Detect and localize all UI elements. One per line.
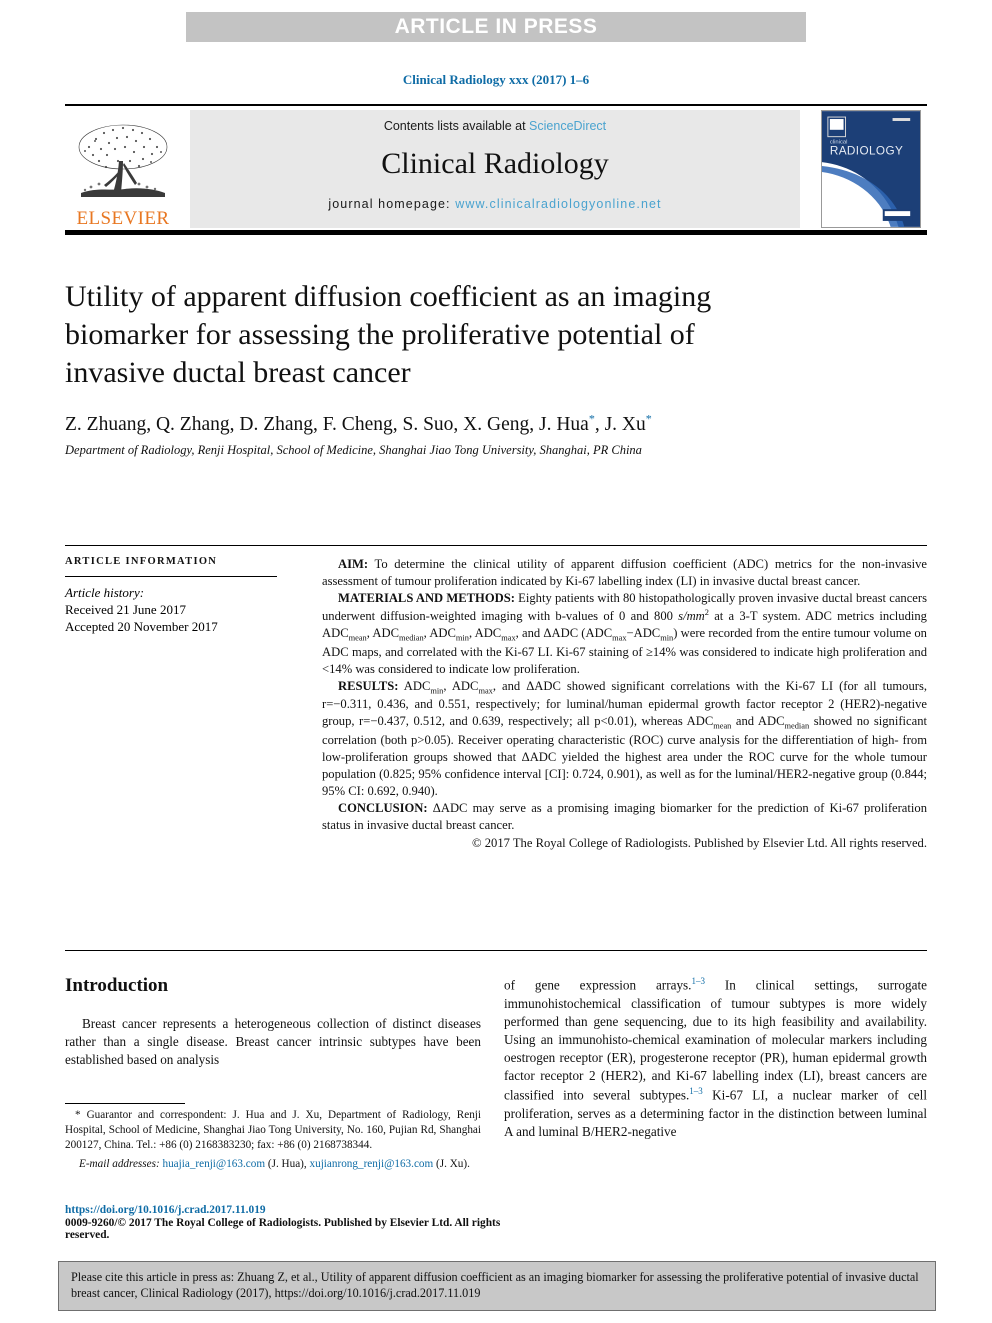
- abstract-results: RESULTS: ADCmin, ADCmax, and ΔADC showed…: [322, 678, 927, 798]
- abstract-top-rule: [65, 545, 927, 546]
- body-top-rule: [65, 950, 927, 951]
- homepage-prefix: journal homepage:: [328, 197, 456, 211]
- correspondence-footnote: * Guarantor and correspondent: J. Hua an…: [65, 1108, 481, 1172]
- author-list: Z. Zhuang, Q. Zhang, D. Zhang, F. Cheng,…: [65, 411, 927, 436]
- elsevier-logo: ELSEVIER: [67, 110, 179, 228]
- masthead-bottom-rule: [65, 230, 927, 235]
- doi-block: https://doi.org/10.1016/j.crad.2017.11.0…: [65, 1204, 535, 1241]
- article-in-press-label: ARTICLE IN PRESS: [394, 15, 598, 38]
- introduction-heading: Introduction: [65, 975, 169, 996]
- email-owner-hua: (J. Hua),: [265, 1157, 310, 1170]
- contents-panel: Contents lists available at ScienceDirec…: [190, 110, 800, 228]
- article-received-date: Received 21 June 2017: [65, 602, 186, 617]
- cite-this-article-text: Please cite this article in press as: Zh…: [71, 1270, 919, 1301]
- masthead-top-rule: [65, 104, 927, 106]
- journal-cover-thumbnail[interactable]: clinical RADIOLOGY: [821, 110, 921, 228]
- issn-copyright-line: 0009-9260/© 2017 The Royal College of Ra…: [65, 1217, 501, 1241]
- page-title: Utility of apparent diffusion coefficien…: [65, 280, 712, 389]
- footnote-emails: E-mail addresses: huajia_renji@163.com (…: [65, 1157, 481, 1172]
- reference-citation-2[interactable]: 1–3: [689, 1086, 703, 1096]
- article-history-label: Article history:: [65, 585, 145, 600]
- introduction-paragraph-left: Breast cancer represents a heterogeneous…: [65, 1016, 481, 1068]
- contents-line: Contents lists available at ScienceDirec…: [384, 119, 606, 133]
- abstract-block: AIM: To determine the clinical utility o…: [322, 556, 927, 852]
- reference-citation-1[interactable]: 1–3: [691, 976, 705, 986]
- abstract-aim: AIM: To determine the clinical utility o…: [322, 557, 927, 588]
- sciencedirect-link[interactable]: ScienceDirect: [529, 119, 606, 133]
- title-block: Utility of apparent diffusion coefficien…: [65, 278, 927, 458]
- elsevier-tree-icon: [78, 124, 168, 197]
- cite-this-article-box: Please cite this article in press as: Zh…: [58, 1261, 936, 1311]
- email-owner-xu: (J. Xu).: [433, 1157, 470, 1170]
- journal-masthead: ELSEVIER Contents lists available at Sci…: [65, 104, 927, 235]
- author-names: Z. Zhuang, Q. Zhang, D. Zhang, F. Cheng,…: [65, 411, 652, 435]
- footnote-email-label: E-mail addresses:: [79, 1157, 160, 1170]
- introduction-paragraph-right: of gene expression arrays.1–3 In clinica…: [504, 975, 927, 1141]
- affiliation: Department of Radiology, Renji Hospital,…: [65, 442, 642, 457]
- abstract-materials-methods: MATERIALS AND METHODS: Eighty patients w…: [322, 590, 927, 676]
- email-link-xu[interactable]: xujianrong_renji@163.com: [310, 1158, 434, 1170]
- article-accepted-date: Accepted 20 November 2017: [65, 619, 218, 635]
- journal-title: Clinical Radiology: [381, 147, 609, 180]
- introduction-left-column: Introduction Breast cancer represents a …: [65, 975, 481, 1069]
- intro-right-text-b: In clinical settings, surrogate immunohi…: [504, 977, 927, 1103]
- introduction-right-column: of gene expression arrays.1–3 In clinica…: [504, 975, 927, 1141]
- footnote-separator-rule: [65, 1103, 185, 1104]
- article-in-press-banner: ARTICLE IN PRESS: [186, 12, 806, 42]
- contents-prefix: Contents lists available at: [383, 119, 530, 133]
- email-link-hua[interactable]: huajia_renji@163.com: [162, 1158, 265, 1170]
- journal-homepage-line: journal homepage: www.clinicalradiologyo…: [328, 197, 661, 211]
- svg-text:RADIOLOGY: RADIOLOGY: [830, 144, 903, 157]
- footnote-guarantor: * Guarantor and correspondent: J. Hua an…: [65, 1109, 481, 1152]
- elsevier-wordmark: ELSEVIER: [76, 208, 170, 229]
- journal-citation-line[interactable]: Clinical Radiology xxx (2017) 1–6: [0, 72, 992, 88]
- abstract-copyright: © 2017 The Royal College of Radiologists…: [472, 835, 927, 850]
- journal-cover-art: clinical RADIOLOGY: [822, 111, 920, 227]
- article-information-heading: ARTICLE INFORMATION: [65, 556, 218, 567]
- intro-right-text-a: of gene expression arrays.: [504, 977, 692, 993]
- abstract-conclusion: CONCLUSION: ΔADC may serve as a promisin…: [322, 800, 927, 832]
- article-information-block: ARTICLE INFORMATION Article history: Rec…: [65, 556, 295, 636]
- article-information-rule: [65, 576, 277, 577]
- journal-homepage-link[interactable]: www.clinicalradiologyonline.net: [455, 197, 661, 211]
- doi-link[interactable]: https://doi.org/10.1016/j.crad.2017.11.0…: [65, 1204, 535, 1216]
